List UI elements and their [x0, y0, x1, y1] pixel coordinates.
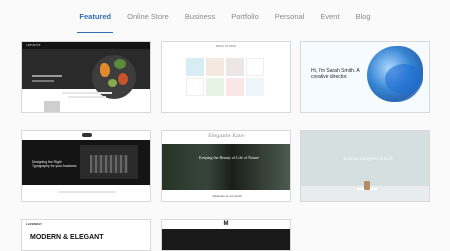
card-hero-text: Designing the Right Typography for your … [32, 160, 77, 168]
card-hero [162, 144, 290, 190]
grid-photo [186, 58, 204, 76]
template-card-interior[interactable]: Spaces Designed & Built [300, 130, 430, 202]
text-line [68, 96, 106, 98]
photo-grid [186, 58, 264, 96]
grid-photo [206, 58, 224, 76]
card-brand: CREATIVE [26, 43, 41, 47]
tab-online-store[interactable]: Online Store [119, 10, 177, 30]
grid-photo [226, 58, 244, 76]
template-card-typography[interactable]: Designing the Right Typography for your … [21, 130, 151, 202]
template-card-portfolio[interactable]: Hi, I'm Sarah Smith. A creative director… [300, 41, 430, 113]
template-card-creative[interactable]: CREATIVE [21, 41, 151, 113]
grid-photo [246, 78, 264, 96]
grid-photo [246, 58, 264, 76]
card-hero-text: Keeping the Beauty of Life of Nature [199, 155, 259, 160]
logo-letter: M [223, 221, 229, 227]
template-card-studio[interactable]: MIRAI STUDIO [161, 41, 291, 113]
tab-event[interactable]: Event [312, 10, 347, 30]
tab-business[interactable]: Business [177, 10, 223, 30]
food [118, 73, 128, 85]
grid-photo [186, 78, 204, 96]
grid-photo [226, 78, 244, 96]
template-category-tabs: Featured Online Store Business Portfolio… [0, 10, 450, 33]
card-hero [162, 229, 290, 250]
card-brand: Elegante Kate [208, 133, 244, 139]
card-hero-title: MODERN & ELEGANT [30, 234, 104, 241]
ink-splash [385, 64, 423, 94]
text-line [58, 191, 116, 193]
card-brand: LAVENDAY [26, 222, 43, 226]
grid-photo [206, 78, 224, 96]
template-card-minimal[interactable]: M [161, 219, 291, 251]
card-footer-text: Welcome to our world [212, 194, 242, 198]
tab-portfolio[interactable]: Portfolio [223, 10, 267, 30]
card-hero [22, 49, 150, 99]
card-hero-text: Spaces Designed & Built [343, 156, 393, 161]
template-card-modern[interactable]: LAVENDAY MODERN & ELEGANT [21, 219, 151, 251]
logo-icon [82, 133, 92, 137]
tab-personal[interactable]: Personal [267, 10, 313, 30]
template-card-nature[interactable]: Elegante Kate Keeping the Beauty of Life… [161, 130, 291, 202]
food [108, 79, 117, 87]
hero-line [32, 75, 62, 77]
hero-line [32, 80, 54, 82]
card-topbar [22, 42, 150, 49]
card-hero-text: Hi, I'm Sarah Smith. A creative director… [311, 68, 360, 80]
tab-featured[interactable]: Featured [71, 10, 119, 33]
food [100, 63, 110, 77]
hero-photo [80, 145, 138, 179]
food [114, 59, 126, 69]
thumbnail [44, 101, 60, 112]
text-line [62, 92, 112, 94]
card-header: MIRAI STUDIO [215, 44, 237, 48]
chair [364, 181, 370, 190]
tab-blog[interactable]: Blog [348, 10, 379, 30]
